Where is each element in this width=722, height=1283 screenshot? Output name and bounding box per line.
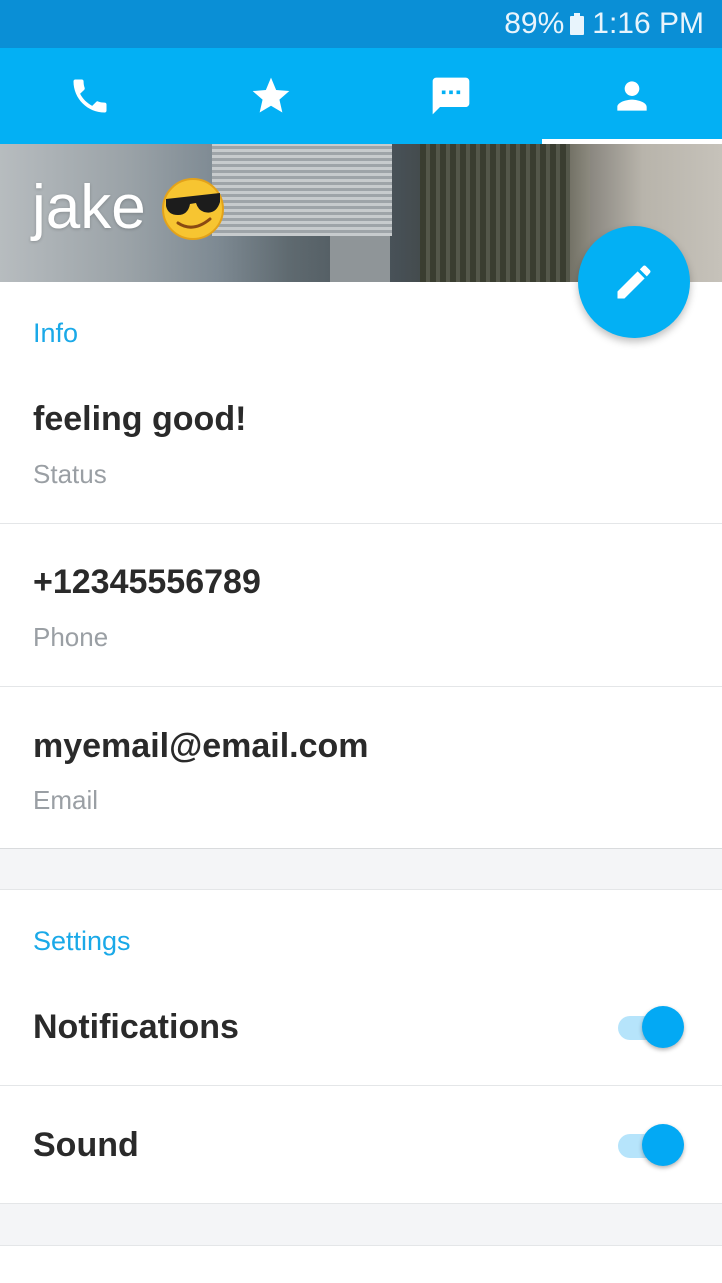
tab-calls[interactable] [0, 48, 181, 144]
tab-bar [0, 48, 722, 144]
chat-icon [432, 77, 470, 115]
status-value: feeling good! [33, 400, 247, 438]
star-icon [252, 77, 290, 113]
info-section-title: Info [33, 318, 79, 348]
tab-messages[interactable] [361, 48, 542, 144]
status-label: Status [33, 459, 107, 489]
sound-toggle[interactable] [618, 1124, 684, 1168]
settings-section-title: Settings [33, 926, 131, 956]
tab-favorites[interactable] [181, 48, 362, 144]
sound-label: Sound [33, 1126, 139, 1164]
edit-profile-button[interactable] [578, 226, 690, 338]
person-icon [617, 81, 647, 111]
profile-name: jake [32, 172, 226, 243]
phone-icon [73, 79, 107, 113]
sunglasses-emoji-icon [160, 175, 226, 241]
notifications-row: Notifications [0, 968, 722, 1086]
bottom-divider [0, 1204, 722, 1246]
phone-label: Phone [33, 622, 109, 652]
email-row[interactable]: myemail@email.com Email [0, 687, 722, 848]
toggle-knob [642, 1006, 684, 1048]
tab-profile[interactable] [541, 48, 722, 144]
pencil-icon [617, 265, 651, 299]
phone-row[interactable]: +12345556789 Phone [0, 524, 722, 687]
status-row[interactable]: feeling good! Status [0, 360, 722, 524]
sound-row: Sound [0, 1086, 722, 1204]
phone-value: +12345556789 [33, 563, 261, 601]
battery-icon [570, 13, 585, 35]
notifications-toggle[interactable] [618, 1006, 684, 1050]
profile-name-text: jake [32, 173, 146, 242]
cover-photo [212, 144, 392, 236]
status-bar: 89% 1:16 PM [0, 0, 722, 48]
section-divider [0, 848, 722, 890]
clock: 1:16 PM [592, 7, 704, 40]
email-label: Email [33, 785, 99, 815]
toggle-knob [642, 1124, 684, 1166]
email-value: myemail@email.com [33, 727, 369, 765]
battery-percent: 89% [504, 7, 565, 40]
notifications-label: Notifications [33, 1008, 239, 1046]
